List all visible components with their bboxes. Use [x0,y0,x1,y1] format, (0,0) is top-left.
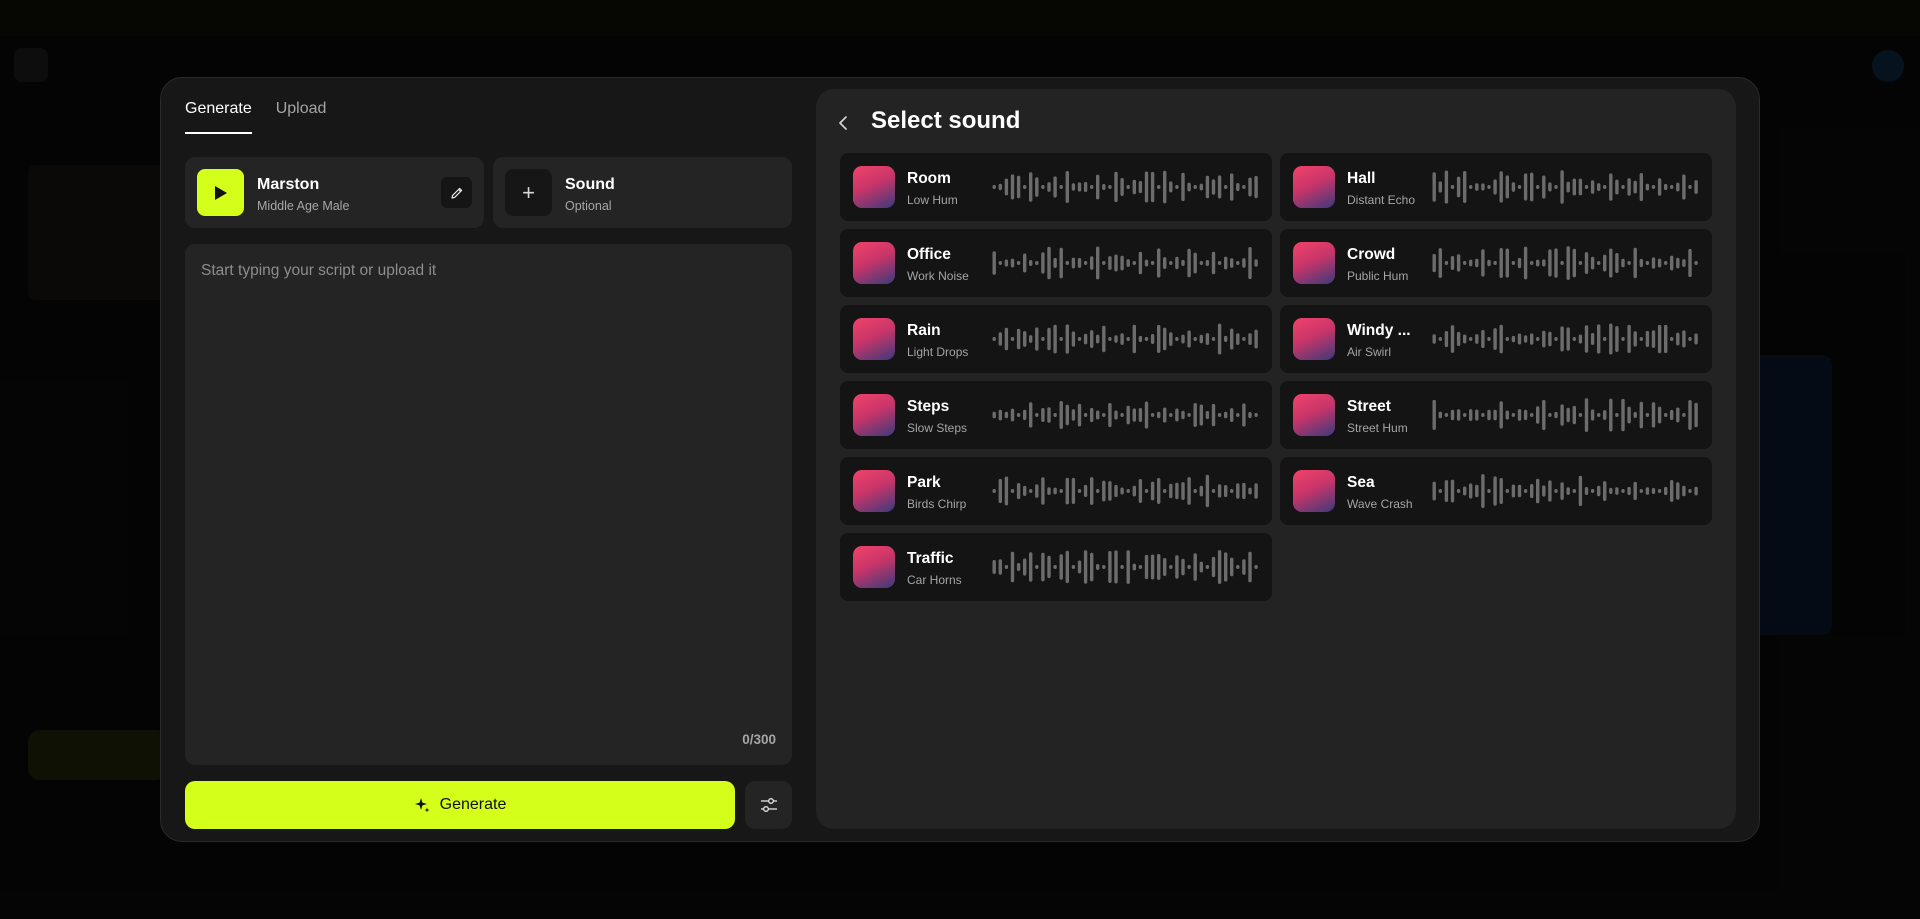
sound-description: Low Hum [907,193,958,207]
sound-name: Traffic [907,550,954,567]
sound-thumbnail [853,318,895,360]
sound-name: Park [907,474,941,491]
sound-grid: Room Low Hum Hall Distant Echo Office Work No… [840,153,1712,601]
add-sound-card[interactable]: + Sound Optional [493,157,792,228]
waveform-icon [1432,323,1698,355]
sound-item-office[interactable]: Office Work Noise [840,229,1272,297]
waveform-icon [1432,246,1698,280]
sound-description: Light Drops [907,345,969,359]
back-button[interactable] [838,113,854,133]
sound-description: Work Noise [907,269,969,283]
sound-thumbnail [1293,318,1335,360]
sound-thumbnail [1293,470,1335,512]
waveform-icon [992,474,1258,508]
char-count: 0/300 [742,732,776,747]
tab-upload[interactable]: Upload [276,100,327,134]
sound-thumbnail [1293,242,1335,284]
waveform-icon [1432,398,1698,432]
sound-name: Hall [1347,170,1376,187]
edit-voice-button[interactable] [441,177,472,208]
sparkle-icon [414,798,430,813]
tab-generate[interactable]: Generate [185,100,252,134]
waveform-icon [992,246,1258,280]
sound-name: Rain [907,322,941,339]
sound-item-hall[interactable]: Hall Distant Echo [1280,153,1712,221]
sound-name: Room [907,170,951,187]
voice-generator-modal: Generate Upload Marston Middle Age Male … [160,77,1760,842]
mode-tabs: Generate Upload [185,100,326,134]
sound-item-rain[interactable]: Rain Light Drops [840,305,1272,373]
waveform-icon [992,170,1258,204]
sound-item-crowd[interactable]: Crowd Public Hum [1280,229,1712,297]
voice-name: Marston [257,176,320,193]
waveform-icon [1432,474,1698,508]
sound-description: Air Swirl [1347,345,1391,359]
sound-description: Distant Echo [1347,193,1416,207]
generate-button-label: Generate [439,796,507,813]
play-voice-button[interactable] [197,169,244,216]
sound-description: Public Hum [1347,269,1409,283]
sliders-icon [760,798,777,812]
waveform-icon [992,550,1258,584]
voice-card[interactable]: Marston Middle Age Male [185,157,484,228]
sound-description: Street Hum [1347,421,1408,435]
sound-description: Car Horns [907,573,962,587]
sound-name: Sea [1347,474,1375,491]
sound-slot-subtitle: Optional [565,199,612,213]
sound-item-street[interactable]: Street Street Hum [1280,381,1712,449]
sound-item-steps[interactable]: Steps Slow Steps [840,381,1272,449]
chevron-left-icon [839,116,847,130]
sound-description: Wave Crash [1347,497,1413,511]
script-editor: 0/300 [185,244,792,765]
sound-item-traffic[interactable]: Traffic Car Horns [840,533,1272,601]
sound-thumbnail [1293,166,1335,208]
sound-description: Slow Steps [907,421,968,435]
sound-slot-title: Sound [565,176,615,193]
sound-item-park[interactable]: Park Birds Chirp [840,457,1272,525]
sound-thumbnail [853,470,895,512]
sound-thumbnail [853,166,895,208]
sound-name: Street [1347,398,1391,415]
sound-name: Steps [907,398,950,415]
sound-thumbnail [853,242,895,284]
sound-thumbnail [853,546,895,588]
play-icon [214,185,227,200]
sound-item-room[interactable]: Room Low Hum [840,153,1272,221]
script-input[interactable] [185,244,792,724]
plus-icon: + [505,169,552,216]
waveform-icon [992,323,1258,355]
waveform-icon [992,401,1258,429]
select-sound-panel: Select sound Room Low Hum Hall Distant Echo… [816,89,1736,829]
generate-button[interactable]: Generate [185,781,735,829]
voice-description: Middle Age Male [257,199,350,213]
sound-name: Crowd [1347,246,1396,263]
panel-title: Select sound [871,107,1021,134]
sound-description: Birds Chirp [907,497,967,511]
waveform-icon [1432,170,1698,204]
sound-item-windy[interactable]: Windy ... Air Swirl [1280,305,1712,373]
pencil-icon [450,187,462,199]
sound-thumbnail [1293,394,1335,436]
sound-item-sea[interactable]: Sea Wave Crash [1280,457,1712,525]
sound-name: Office [907,246,951,263]
sound-name: Windy ... [1347,322,1411,339]
settings-button[interactable] [745,781,792,829]
sound-thumbnail [853,394,895,436]
